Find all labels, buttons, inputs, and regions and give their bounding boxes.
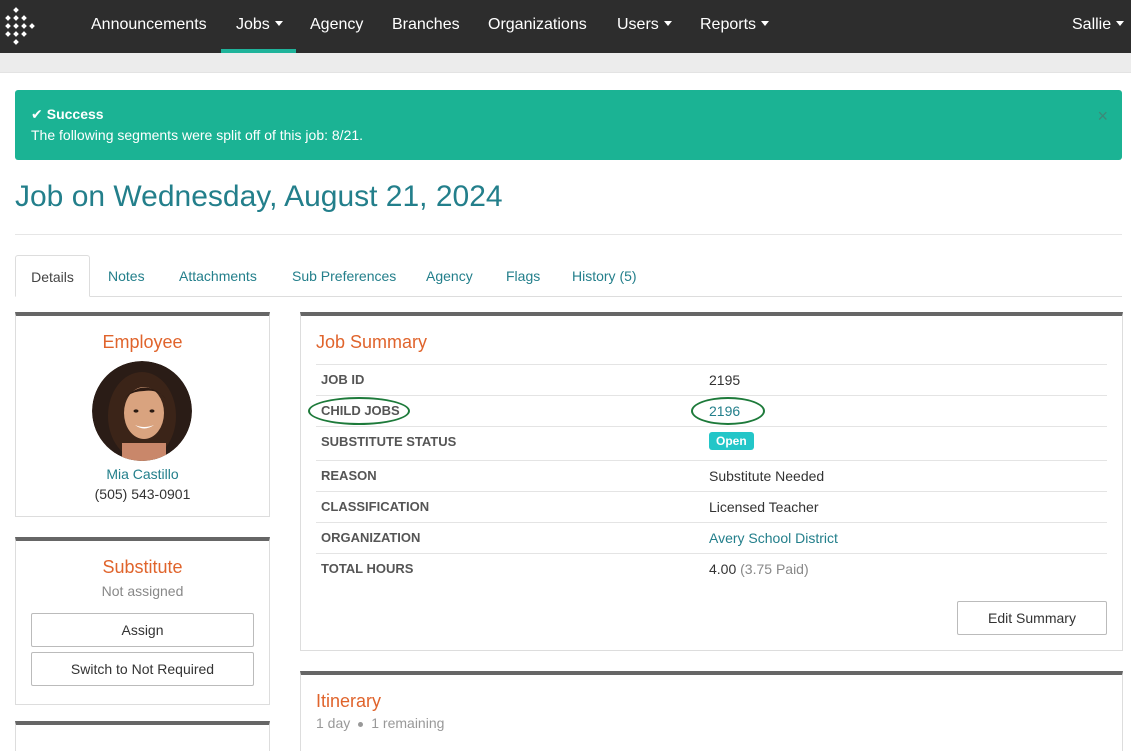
itinerary-meta: 1 day 1 remaining: [316, 715, 444, 731]
nav-item-jobs[interactable]: Jobs: [221, 0, 296, 53]
employee-heading: Employee: [102, 332, 183, 352]
row-label: JOB ID: [321, 372, 365, 387]
subheader-bar: [0, 53, 1131, 73]
nav-item-users[interactable]: Users: [617, 0, 672, 53]
additional-panel: [15, 721, 270, 751]
chevron-down-icon: [274, 21, 283, 27]
total-hours-cell: 4.00 (3.75 Paid): [709, 561, 809, 577]
alert-message: The following segments were split off of…: [31, 127, 364, 143]
table-row: ORGANIZATION Avery School District: [316, 522, 1107, 553]
row-label: CLASSIFICATION: [321, 499, 430, 514]
nav-item-branches[interactable]: Branches: [392, 0, 460, 53]
success-alert: ✔ Success The following segments were spl…: [15, 90, 1122, 160]
row-label: TOTAL HOURS: [321, 561, 414, 576]
nav-item-announcements[interactable]: Announcements: [91, 0, 207, 53]
nav-label: Branches: [392, 16, 460, 33]
tab-sub-preferences[interactable]: Sub Preferences: [292, 255, 396, 297]
organization-link[interactable]: Avery School District: [709, 530, 838, 546]
employee-name-link[interactable]: Mia Castillo: [16, 466, 269, 482]
close-icon[interactable]: ×: [1097, 106, 1108, 127]
table-row: TOTAL HOURS 4.00 (3.75 Paid): [316, 553, 1107, 584]
nav-label: Jobs: [236, 16, 270, 33]
reason-value: Substitute Needed: [709, 468, 825, 484]
substitute-status: Not assigned: [101, 583, 184, 599]
chevron-down-icon: [761, 21, 770, 27]
alert-title: Success: [46, 106, 104, 122]
row-label: SUBSTITUTE STATUS: [321, 434, 457, 449]
assign-button[interactable]: Assign: [31, 613, 254, 647]
employee-panel: Employee Mia Castillo (505) 543-0901: [15, 312, 270, 517]
chevron-down-icon: [1116, 21, 1125, 27]
tab-notes[interactable]: Notes: [108, 255, 145, 297]
tab-history[interactable]: History (5): [572, 255, 637, 297]
table-row: REASON Substitute Needed: [316, 460, 1107, 491]
edit-summary-button[interactable]: Edit Summary: [957, 601, 1107, 635]
table-row: CLASSIFICATION Licensed Teacher: [316, 491, 1107, 522]
user-menu[interactable]: Sallie: [1072, 0, 1125, 53]
alert-title-row: ✔ Success: [31, 106, 104, 123]
tab-agency[interactable]: Agency: [426, 255, 473, 297]
row-label: REASON: [321, 468, 377, 483]
job-summary-heading: Job Summary: [316, 332, 428, 352]
itinerary-days: 1 day: [316, 715, 351, 731]
nav-label: Agency: [310, 16, 364, 33]
page-title: Job on Wednesday, August 21, 2024: [15, 180, 503, 213]
tab-attachments[interactable]: Attachments: [179, 255, 257, 297]
employee-avatar: [92, 361, 192, 461]
job-id-value: 2195: [709, 372, 741, 388]
table-row: SUBSTITUTE STATUS Open: [316, 426, 1107, 460]
job-summary-table: JOB ID 2195 CHILD JOBS 2196 SUBSTITUTE S…: [308, 364, 1107, 584]
user-name: Sallie: [1072, 16, 1112, 33]
status-badge: Open: [709, 432, 754, 450]
switch-not-required-button[interactable]: Switch to Not Required: [31, 652, 254, 686]
classification-value: Licensed Teacher: [709, 499, 819, 515]
app-logo-icon[interactable]: [0, 4, 44, 48]
nav-item-organizations[interactable]: Organizations: [488, 0, 587, 53]
nav-item-agency[interactable]: Agency: [310, 0, 363, 53]
bullet-icon: [358, 721, 364, 727]
detail-tabs: Details Notes Attachments Sub Preference…: [15, 255, 1122, 297]
tab-details[interactable]: Details: [15, 255, 90, 297]
tab-flags[interactable]: Flags: [506, 255, 540, 297]
total-hours-value: 4.00: [709, 561, 737, 577]
substitute-panel: Substitute Not assigned Assign Switch to…: [15, 537, 270, 705]
itinerary-remaining: 1 remaining: [371, 715, 445, 731]
row-label: ORGANIZATION: [321, 530, 421, 545]
itinerary-panel: Itinerary 1 day 1 remaining: [300, 671, 1123, 751]
itinerary-heading: Itinerary: [316, 691, 382, 711]
nav-label: Announcements: [91, 16, 207, 33]
nav-item-reports[interactable]: Reports: [700, 0, 770, 53]
table-row: JOB ID 2195: [316, 364, 1107, 395]
nav-label: Organizations: [488, 16, 587, 33]
top-navbar: Announcements Jobs Agency Branches Organ…: [0, 0, 1131, 53]
checkmark-icon: ✔: [31, 106, 43, 122]
job-summary-panel: Job Summary JOB ID 2195 CHILD JOBS 2196 …: [300, 312, 1123, 651]
chevron-down-icon: [663, 21, 672, 27]
nav-label: Reports: [700, 16, 757, 33]
annotation-ellipse: [308, 397, 410, 425]
nav-label: Users: [617, 16, 659, 33]
table-row: CHILD JOBS 2196: [308, 395, 1107, 426]
substitute-heading: Substitute: [102, 557, 183, 577]
divider: [15, 234, 1122, 235]
employee-phone: (505) 543-0901: [94, 486, 191, 502]
status-cell: Open: [709, 432, 754, 450]
annotation-ellipse: [691, 397, 765, 425]
paid-hours: (3.75 Paid): [740, 561, 809, 577]
